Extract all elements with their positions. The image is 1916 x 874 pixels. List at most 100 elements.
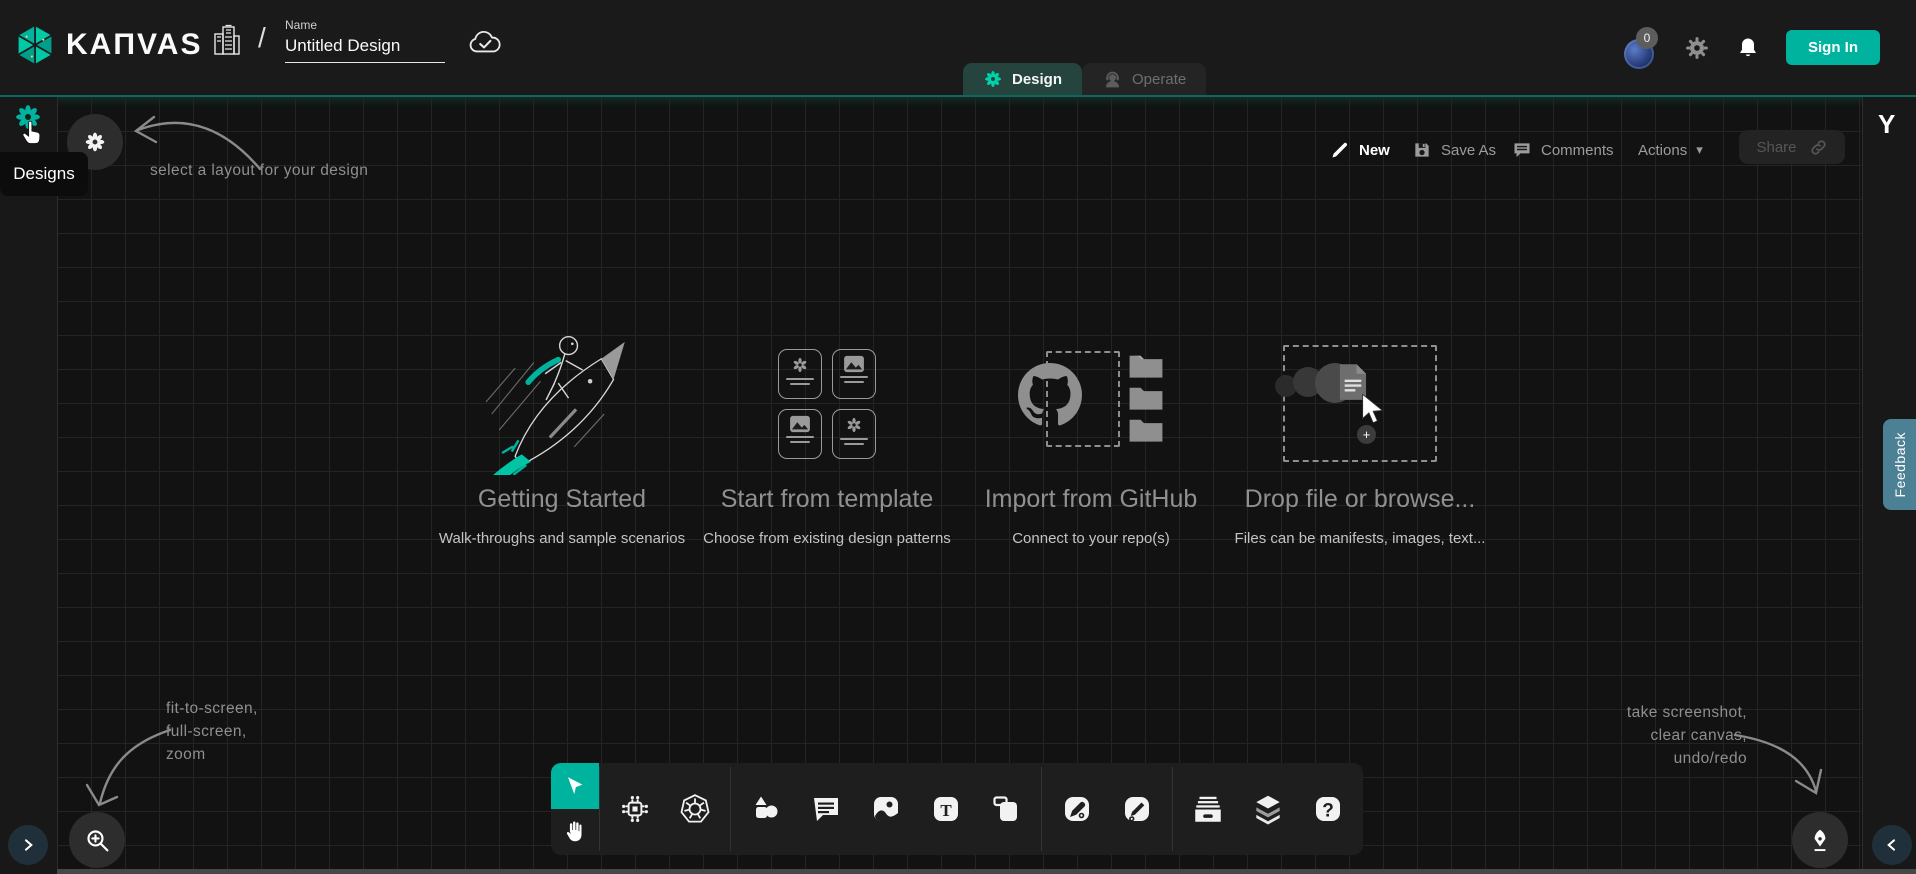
link-icon	[1809, 138, 1828, 157]
folder-icon	[1128, 417, 1164, 443]
annotate-pen-button[interactable]	[1792, 812, 1848, 868]
card-getting-started[interactable]: Getting Started Walk-throughs and sample…	[432, 332, 692, 547]
actions-dropdown[interactable]: Actions ▾	[1638, 133, 1703, 167]
header-right: 0	[1624, 0, 1880, 95]
card-title: Drop file or browse...	[1245, 485, 1476, 514]
tab-design-label: Design	[1012, 71, 1062, 88]
feedback-tab[interactable]: Feedback	[1883, 419, 1916, 510]
card-drop-file[interactable]: + Drop file or browse... Files can be ma…	[1230, 332, 1490, 547]
template-grid-illustration	[697, 332, 957, 475]
card-import-from-github[interactable]: Import from GitHub Connect to your repo(…	[961, 332, 1221, 547]
tool-select[interactable]	[551, 763, 599, 809]
svg-text:?: ?	[1322, 801, 1334, 822]
card-start-from-template[interactable]: Start from template Choose from existing…	[697, 332, 957, 547]
tool-media[interactable]	[865, 786, 907, 832]
hint-line: fit-to-screen,	[166, 697, 258, 720]
tool-help[interactable]: ?	[1307, 786, 1349, 832]
kanvas-logo[interactable]: KAΠVAS	[14, 22, 202, 68]
user-avatar[interactable]: 0	[1624, 31, 1658, 65]
tool-pen[interactable]	[1056, 786, 1098, 832]
tool-drawer[interactable]	[1187, 786, 1229, 832]
card-subtitle: Files can be manifests, images, text...	[1235, 530, 1486, 547]
content-tools-section: T	[731, 763, 1041, 855]
design-spiral-icon	[983, 69, 1003, 89]
manage-tools-section: ?	[1173, 763, 1363, 855]
github-icon	[1018, 363, 1082, 427]
tab-design[interactable]: Design	[963, 63, 1082, 95]
share-button: Share	[1739, 130, 1845, 164]
card-title: Getting Started	[478, 485, 646, 514]
breadcrumb-slash: /	[258, 22, 266, 54]
pointer-hand-cursor-icon	[16, 117, 48, 149]
header: KAΠVAS / Name	[0, 0, 1916, 95]
tool-dock: T	[551, 763, 1363, 855]
pencil-icon	[1330, 140, 1350, 160]
comments-label: Comments	[1541, 142, 1614, 159]
actions-label: Actions	[1638, 142, 1687, 159]
hint-line: take screenshot,	[1627, 701, 1747, 724]
template-mini-card	[778, 409, 822, 459]
connect-tools-section	[600, 763, 730, 855]
svg-text:T: T	[940, 801, 952, 820]
card-subtitle: Walk-throughs and sample scenarios	[439, 530, 685, 547]
design-name-field: Name	[285, 18, 450, 63]
chevron-down-icon: ▾	[1696, 142, 1703, 158]
tool-kubernetes[interactable]	[674, 786, 716, 832]
brand-name: KAΠVAS	[66, 28, 202, 62]
y-logo[interactable]: Y	[1878, 109, 1895, 140]
mode-tabs: Design Operate	[963, 63, 1206, 95]
template-mini-card	[832, 349, 876, 399]
card-title: Import from GitHub	[985, 485, 1198, 514]
tool-text[interactable]: T	[925, 786, 967, 832]
tool-pan[interactable]	[551, 809, 599, 855]
actions-hint-arrow	[1690, 729, 1830, 804]
horizontal-scrollbar[interactable]	[57, 869, 1916, 874]
tool-relationship[interactable]	[614, 786, 656, 832]
draw-tools-section	[1042, 763, 1172, 855]
comments-button[interactable]: Comments	[1512, 133, 1614, 167]
tool-layers[interactable]	[1247, 786, 1289, 832]
design-canvas[interactable]: Designs sele	[0, 95, 1916, 874]
sign-in-button[interactable]: Sign In	[1786, 30, 1880, 65]
card-title: Start from template	[721, 485, 934, 514]
folder-icon	[1128, 353, 1164, 379]
plus-badge: +	[1357, 425, 1376, 444]
tool-shape-node[interactable]	[985, 786, 1027, 832]
designs-tooltip: Designs	[0, 152, 88, 196]
design-name-input[interactable]	[285, 32, 445, 63]
operate-headset-icon	[1102, 69, 1123, 90]
pointer-tools-column	[551, 763, 599, 855]
drop-file-illustration: +	[1230, 332, 1490, 475]
github-illustration	[961, 332, 1221, 475]
tool-comment[interactable]	[805, 786, 847, 832]
save-as-button[interactable]: Save As	[1412, 133, 1496, 167]
notifications-bell-icon[interactable]	[1736, 35, 1760, 61]
hand-icon	[562, 819, 588, 845]
folder-icon	[1128, 385, 1164, 411]
magnifier-plus-icon	[84, 827, 111, 854]
kanvas-hexagon-icon	[14, 22, 56, 68]
new-button[interactable]: New	[1330, 133, 1390, 167]
floppy-icon	[1412, 140, 1432, 160]
cloud-saved-icon[interactable]	[466, 28, 504, 58]
comment-icon	[1512, 140, 1532, 160]
settings-gear-icon[interactable]	[1684, 35, 1710, 61]
canvas-grid	[57, 97, 1863, 874]
tool-shapes[interactable]	[745, 786, 787, 832]
card-subtitle: Choose from existing design patterns	[703, 530, 951, 547]
design-name-label: Name	[285, 18, 450, 32]
template-mini-card	[778, 349, 822, 399]
tool-pencil-freehand[interactable]	[1116, 786, 1158, 832]
share-label: Share	[1756, 139, 1796, 156]
template-mini-card	[832, 409, 876, 459]
expand-left-panel-button[interactable]	[8, 825, 48, 865]
pen-nib-icon	[1807, 827, 1833, 853]
organization-icon[interactable]	[212, 22, 242, 58]
rocket-sketch-illustration	[432, 325, 692, 475]
notification-badge: 0	[1636, 27, 1658, 49]
zoom-in-button[interactable]	[69, 812, 125, 868]
tab-operate[interactable]: Operate	[1082, 63, 1206, 95]
left-edge-strip	[0, 97, 58, 874]
collapse-right-panel-button[interactable]	[1872, 825, 1912, 865]
chevron-right-icon	[20, 837, 36, 853]
